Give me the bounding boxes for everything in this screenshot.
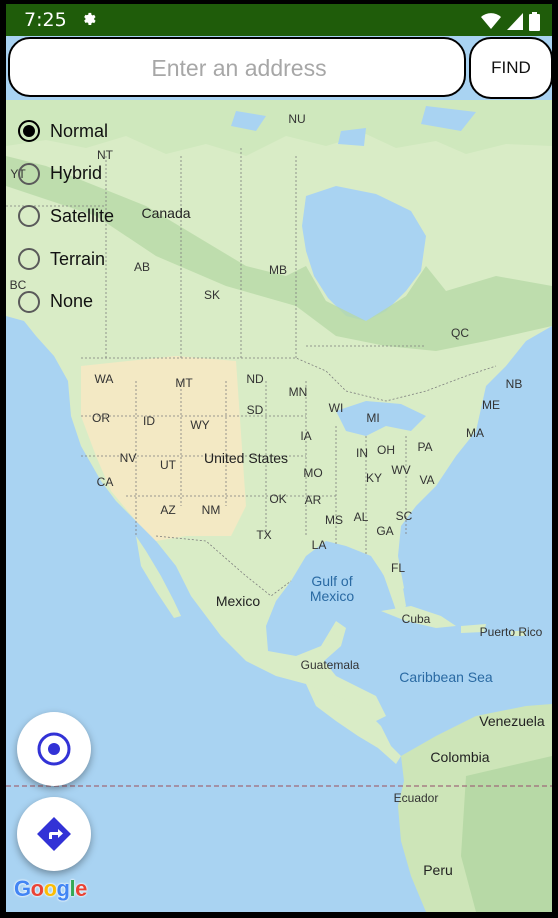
label-qc: QC [451, 326, 469, 340]
radio-terrain[interactable]: Terrain [18, 238, 114, 281]
label-ar: AR [304, 493, 322, 507]
status-time: 7:25 [24, 9, 67, 31]
label-colombia: Colombia [430, 749, 490, 765]
label-ms: MS [325, 513, 343, 527]
radio-button-icon [18, 290, 40, 313]
label-cuba: Cuba [401, 612, 431, 626]
label-oh: OH [377, 443, 395, 457]
label-mo: MO [303, 466, 323, 480]
label-va: VA [419, 473, 435, 487]
address-input[interactable] [10, 39, 468, 97]
label-ia: IA [300, 429, 312, 443]
directions-button[interactable] [17, 797, 91, 871]
label-nv: NV [119, 451, 137, 465]
label-nd: ND [246, 372, 264, 386]
my-location-button[interactable] [17, 712, 91, 786]
label-la: LA [311, 538, 327, 552]
search-bar: FIND [6, 36, 552, 100]
radio-button-icon [18, 120, 40, 143]
radio-label: Terrain [50, 248, 106, 269]
label-ok: OK [269, 492, 287, 506]
label-gulf-of-mexico: Gulf of Mexico [309, 573, 355, 604]
radio-label: None [50, 291, 94, 312]
radio-button-icon [18, 205, 40, 228]
label-mt: MT [175, 376, 193, 390]
radio-button-icon [18, 162, 40, 185]
label-united-states: United States [203, 450, 289, 466]
status-bar: 7:25 [6, 4, 552, 36]
label-ut: UT [160, 458, 176, 472]
radio-hybrid[interactable]: Hybrid [18, 153, 114, 196]
my-location-icon [37, 732, 71, 766]
label-mn: MN [288, 385, 308, 399]
settings-gear-icon [84, 12, 96, 26]
radio-satellite[interactable]: Satellite [18, 195, 114, 238]
map-screen: NU NT YT Canada AB MB SK BC QC NB ME MA … [6, 36, 552, 912]
label-al: AL [353, 510, 369, 524]
label-mb: MB [269, 263, 287, 277]
map-type-radio-group: Normal Hybrid Satellite Terrain None [18, 110, 114, 323]
label-ky: KY [365, 471, 383, 485]
label-ga: GA [376, 524, 394, 538]
label-tx: TX [256, 528, 272, 542]
radio-normal[interactable]: Normal [18, 110, 114, 153]
radio-none[interactable]: None [18, 280, 114, 323]
radio-label: Normal [50, 120, 109, 141]
label-wy: WY [190, 418, 210, 432]
battery-icon [529, 12, 540, 31]
label-ab: AB [133, 260, 151, 274]
wifi-icon [481, 13, 501, 29]
label-in: IN [356, 446, 368, 460]
label-venezuela: Venezuela [479, 713, 545, 729]
label-peru: Peru [423, 862, 453, 878]
label-me: ME [482, 398, 500, 412]
label-ca: CA [96, 475, 114, 489]
label-ma: MA [466, 426, 484, 440]
label-nb: NB [505, 377, 523, 391]
address-field-container [8, 37, 468, 97]
label-caribbean-sea: Caribbean Sea [399, 669, 493, 685]
label-wv: WV [391, 463, 411, 477]
label-guatemala: Guatemala [300, 658, 360, 672]
label-or: OR [92, 411, 110, 425]
label-az: AZ [160, 503, 176, 517]
label-mexico: Mexico [215, 593, 261, 609]
label-wa: WA [94, 372, 114, 386]
radio-label: Hybrid [50, 163, 103, 184]
label-fl: FL [390, 561, 406, 575]
radio-button-icon [18, 248, 40, 271]
cell-signal-icon [507, 13, 523, 30]
label-pa: PA [417, 440, 433, 454]
label-id: ID [143, 414, 155, 428]
label-puerto-rico: Puerto Rico [479, 625, 543, 639]
label-wi: WI [328, 401, 344, 415]
directions-icon [37, 817, 71, 851]
google-logo: Google [14, 876, 87, 901]
label-nm: NM [201, 503, 221, 517]
label-sk: SK [203, 288, 221, 302]
device-frame: 7:25 NU NT YT Canada AB MB SK BC QC NB M… [0, 0, 558, 918]
label-mi: MI [366, 411, 380, 425]
label-nu: NU [288, 112, 306, 126]
label-sd: SD [246, 403, 264, 417]
label-canada: Canada [141, 205, 191, 221]
radio-label: Satellite [50, 205, 115, 226]
label-ecuador: Ecuador [393, 791, 439, 805]
label-sc: SC [395, 509, 413, 523]
find-button[interactable]: FIND [469, 37, 552, 99]
